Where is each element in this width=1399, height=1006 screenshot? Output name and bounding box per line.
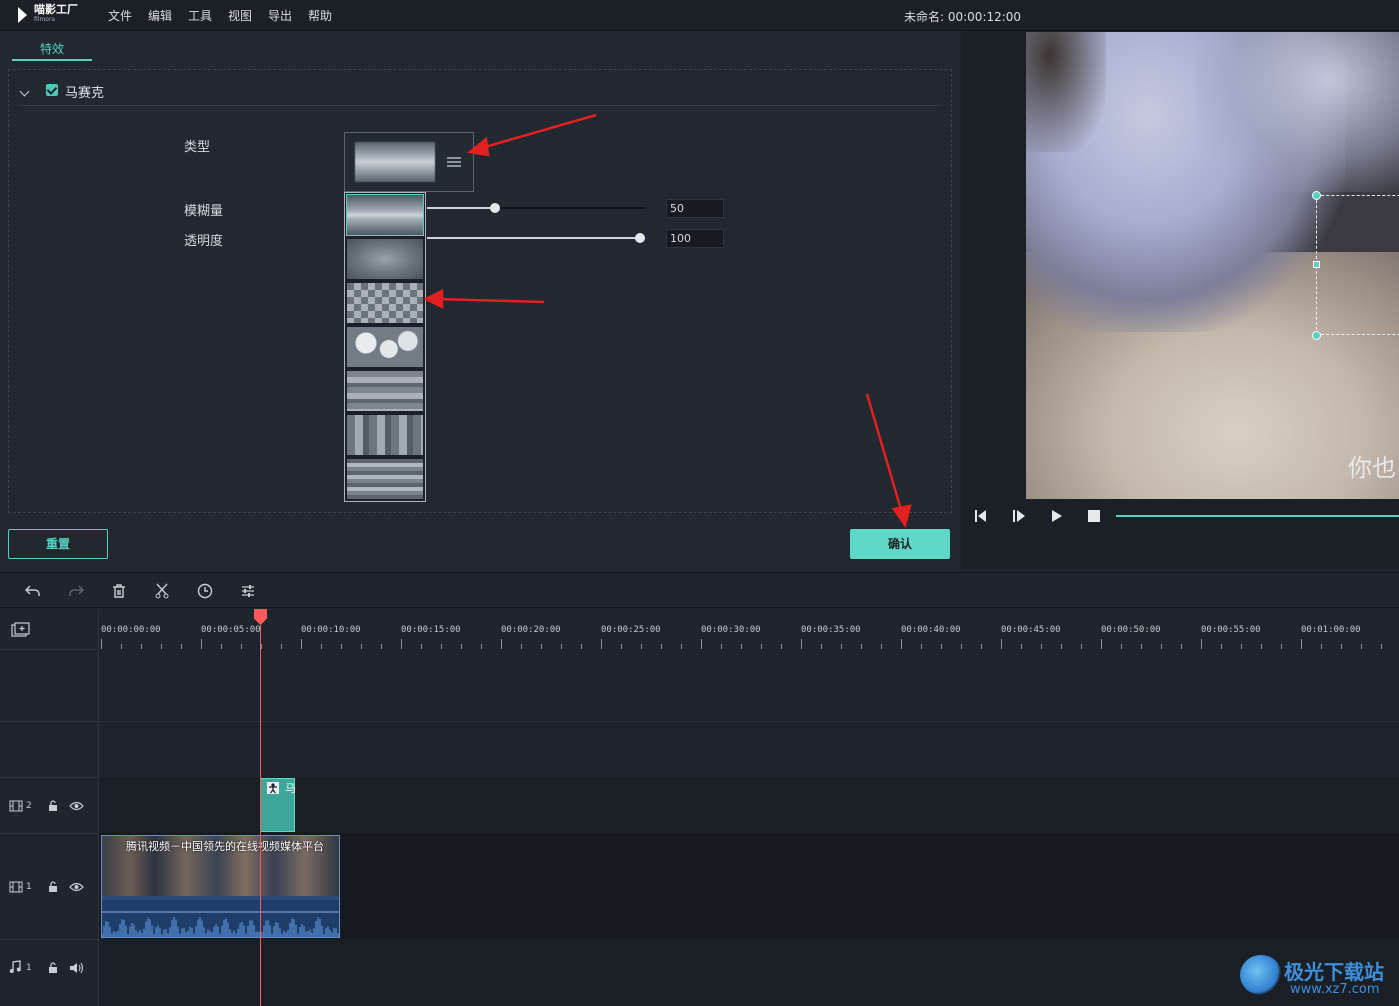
menu-help[interactable]: 帮助 (308, 7, 332, 24)
mosaic-effect-clip[interactable]: 马 (260, 778, 296, 832)
ruler-tick (1301, 639, 1302, 649)
watermark-logo (1240, 955, 1282, 995)
ruler-tick-label: 00:01:00:00 (1301, 625, 1361, 635)
ruler-tick-label: 00:00:40:00 (901, 625, 961, 635)
timeline: 00:00:00:00 00:00:05:00 00:00:10:00 00:00:1… (0, 609, 1399, 1006)
eye-icon[interactable] (69, 801, 84, 811)
time-ruler[interactable]: 00:00:00:00 00:00:05:00 00:00:10:00 00:00:1… (99, 609, 1399, 649)
ruler-tick-label: 00:00:10:00 (301, 625, 361, 635)
track-empty (99, 721, 1399, 777)
lock-icon[interactable] (47, 799, 59, 812)
annotation-arrows (423, 113, 912, 528)
track-header-video-1: 1 (0, 833, 99, 939)
eye-icon[interactable] (69, 882, 84, 892)
video-subtitle: 你也 (1348, 454, 1396, 482)
video-clip[interactable]: 腾讯视频－中国领先的在线视频媒体平台 (101, 835, 340, 938)
add-track-icon[interactable] (11, 622, 31, 638)
playback-progress-bar[interactable] (1116, 515, 1399, 517)
effect-clip-label: 马 (285, 782, 296, 795)
track-audio-1 (99, 939, 1399, 1006)
ruler-tick (801, 639, 802, 649)
lock-icon[interactable] (47, 961, 59, 974)
ruler-tick (1001, 639, 1002, 649)
menu-edit[interactable]: 编辑 (148, 7, 172, 24)
audio-waveform (102, 900, 339, 937)
preview-panel: 你也 (962, 31, 1399, 569)
ruler-tick-label: 00:00:00:00 (101, 625, 161, 635)
music-note-icon (9, 960, 21, 973)
ruler-tick (1201, 639, 1202, 649)
ruler-tick (101, 639, 102, 649)
speaker-icon[interactable] (69, 962, 85, 974)
menu-export[interactable]: 导出 (268, 7, 292, 24)
menu-bar: 喵影工厂 filmora 文件 编辑 工具 视图 导出 帮助 未命名: 00:00… (0, 0, 1399, 31)
ruler-tick (301, 639, 302, 649)
film-icon (9, 881, 23, 893)
stop-icon[interactable] (1086, 509, 1102, 523)
track-number: 2 (26, 801, 32, 811)
ruler-tick-label: 00:00:05:00 (201, 625, 261, 635)
next-frame-icon[interactable] (1012, 509, 1028, 523)
ruler-tick-label: 00:00:15:00 (401, 625, 461, 635)
lock-icon[interactable] (47, 880, 59, 893)
play-icon[interactable] (1049, 509, 1065, 523)
resize-handle[interactable] (1312, 191, 1321, 200)
ruler-tick (601, 639, 602, 649)
effect-figure-icon (267, 782, 279, 794)
ruler-tick-label: 00:00:25:00 (601, 625, 661, 635)
ruler-tick (401, 639, 402, 649)
effects-panel: 特效 马赛克 类型 模糊量 透明度 50 100 重置 确认 (0, 31, 960, 569)
undo-icon[interactable] (25, 583, 41, 599)
playhead[interactable] (260, 609, 261, 1006)
project-title: 未命名: 00:00:12:00 (904, 10, 1022, 24)
clip-title: 腾讯视频－中国领先的在线视频媒体平台 (126, 840, 324, 853)
ruler-tick (701, 639, 702, 649)
track-empty (99, 649, 1399, 721)
ruler-tick (901, 639, 902, 649)
ruler-tick-label: 00:00:45:00 (1001, 625, 1061, 635)
redo-icon[interactable] (68, 583, 84, 599)
track-number: 1 (26, 963, 32, 973)
mosaic-region-box[interactable] (1316, 195, 1399, 335)
app-logo: 喵影工厂 filmora (18, 4, 78, 26)
previous-frame-icon[interactable] (974, 509, 990, 523)
speed-clock-icon[interactable] (197, 583, 213, 599)
ruler-tick (501, 639, 502, 649)
delete-icon[interactable] (111, 583, 127, 599)
logo-subtext: filmora (34, 16, 56, 23)
ruler-tick (201, 639, 202, 649)
menu-file[interactable]: 文件 (108, 7, 132, 24)
ruler-tick (1101, 639, 1102, 649)
track-number: 1 (26, 882, 32, 892)
film-icon (9, 800, 23, 812)
logo-mark-icon (18, 7, 30, 23)
menu-tools[interactable]: 工具 (188, 7, 212, 24)
resize-handle[interactable] (1312, 331, 1321, 340)
ruler-tick-label: 00:00:35:00 (801, 625, 861, 635)
ruler-tick-label: 00:00:20:00 (501, 625, 561, 635)
track-header-video-2: 2 (0, 777, 99, 833)
resize-handle[interactable] (1313, 261, 1320, 268)
timeline-toolbar (0, 572, 1399, 608)
watermark-name: 极光下载站 (1284, 960, 1384, 984)
cut-icon[interactable] (154, 583, 170, 599)
ruler-tick-label: 00:00:55:00 (1201, 625, 1261, 635)
video-preview[interactable]: 你也 (1026, 32, 1399, 499)
ruler-tick-label: 00:00:30:00 (701, 625, 761, 635)
watermark-url: www.xz7.com (1290, 982, 1380, 997)
track-header-audio-1: 1 (0, 939, 99, 1006)
track-headers: 2 1 1 (0, 609, 99, 1006)
menu-view[interactable]: 视图 (228, 7, 252, 24)
adjust-sliders-icon[interactable] (240, 583, 256, 599)
ruler-tick-label: 00:00:50:00 (1101, 625, 1161, 635)
